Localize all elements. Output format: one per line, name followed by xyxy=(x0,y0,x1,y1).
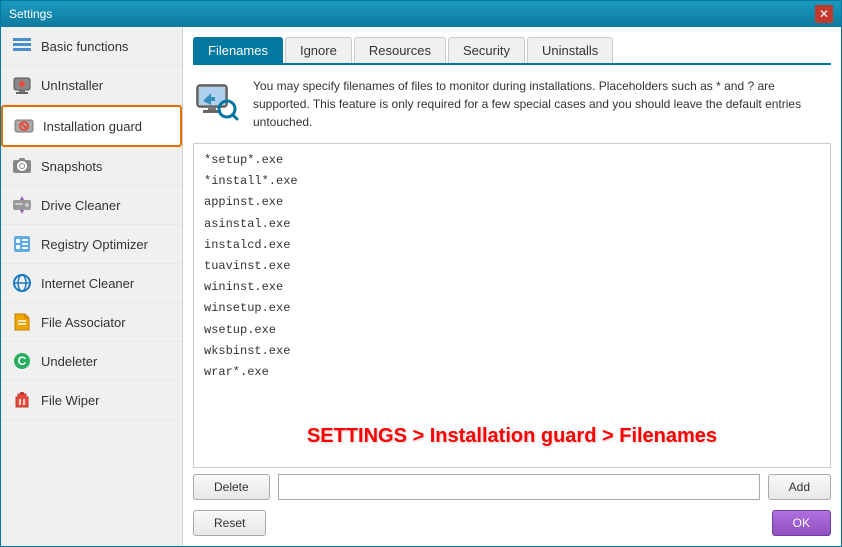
drive-cleaner-icon xyxy=(11,194,33,216)
settings-window: Settings ✕ Basic functions xyxy=(0,0,842,547)
sidebar-item-snapshots[interactable]: Snapshots xyxy=(1,147,182,186)
main-content: Basic functions UnInstaller xyxy=(1,27,841,546)
undeleter-label: Undeleter xyxy=(41,354,97,369)
uninstaller-label: UnInstaller xyxy=(41,78,103,93)
registry-optimizer-label: Registry Optimizer xyxy=(41,237,148,252)
footer-row: Reset OK xyxy=(193,510,831,536)
internet-cleaner-label: Internet Cleaner xyxy=(41,276,134,291)
list-item[interactable]: tuavinst.exe xyxy=(202,256,822,277)
sidebar-item-basic-functions[interactable]: Basic functions xyxy=(1,27,182,66)
filename-input[interactable] xyxy=(278,474,760,500)
filelist-area[interactable]: *setup*.exe*install*.exeappinst.exeasins… xyxy=(193,143,831,468)
sidebar-item-internet-cleaner[interactable]: Internet Cleaner xyxy=(1,264,182,303)
list-item[interactable]: winsetup.exe xyxy=(202,298,822,319)
internet-cleaner-icon xyxy=(11,272,33,294)
window-title: Settings xyxy=(9,7,52,21)
tab-ignore[interactable]: Ignore xyxy=(285,37,352,63)
tab-uninstalls[interactable]: Uninstalls xyxy=(527,37,613,63)
list-item[interactable]: asinstal.exe xyxy=(202,214,822,235)
registry-optimizer-icon xyxy=(11,233,33,255)
sidebar-item-installation-guard[interactable]: Installation guard xyxy=(1,105,182,147)
main-panel: Filenames Ignore Resources Security Unin… xyxy=(183,27,841,546)
list-item[interactable]: wrar*.exe xyxy=(202,362,822,383)
titlebar: Settings ✕ xyxy=(1,1,841,27)
tab-resources[interactable]: Resources xyxy=(354,37,446,63)
tab-filenames[interactable]: Filenames xyxy=(193,37,283,63)
uninstaller-icon xyxy=(11,74,33,96)
sidebar-item-undeleter[interactable]: C Undeleter xyxy=(1,342,182,381)
sidebar: Basic functions UnInstaller xyxy=(1,27,183,546)
ok-button[interactable]: OK xyxy=(772,510,831,536)
filelist-content: *setup*.exe*install*.exeappinst.exeasins… xyxy=(202,150,822,383)
tab-security[interactable]: Security xyxy=(448,37,525,63)
list-item[interactable]: instalcd.exe xyxy=(202,235,822,256)
reset-button[interactable]: Reset xyxy=(193,510,266,536)
info-icon xyxy=(193,77,241,125)
basic-functions-label: Basic functions xyxy=(41,39,128,54)
drive-cleaner-label: Drive Cleaner xyxy=(41,198,120,213)
snapshots-label: Snapshots xyxy=(41,159,102,174)
list-item[interactable]: *setup*.exe xyxy=(202,150,822,171)
basic-functions-icon xyxy=(11,35,33,57)
info-box: You may specify filenames of files to mo… xyxy=(193,77,831,131)
installation-guard-icon xyxy=(13,115,35,137)
sidebar-item-registry-optimizer[interactable]: Registry Optimizer xyxy=(1,225,182,264)
action-row: Delete Add xyxy=(193,474,831,500)
file-wiper-label: File Wiper xyxy=(41,393,100,408)
info-text: You may specify filenames of files to mo… xyxy=(253,77,831,131)
sidebar-item-file-wiper[interactable]: File Wiper xyxy=(1,381,182,420)
watermark-text: SETTINGS > Installation guard > Filename… xyxy=(307,420,717,452)
svg-text:C: C xyxy=(18,354,27,368)
delete-button[interactable]: Delete xyxy=(193,474,270,500)
sidebar-item-drive-cleaner[interactable]: Drive Cleaner xyxy=(1,186,182,225)
sidebar-item-uninstaller[interactable]: UnInstaller xyxy=(1,66,182,105)
undeleter-icon: C xyxy=(11,350,33,372)
list-item[interactable]: wsetup.exe xyxy=(202,320,822,341)
list-item[interactable]: *install*.exe xyxy=(202,171,822,192)
tab-bar: Filenames Ignore Resources Security Unin… xyxy=(193,37,831,65)
add-button[interactable]: Add xyxy=(768,474,831,500)
list-item[interactable]: appinst.exe xyxy=(202,192,822,213)
sidebar-item-file-associator[interactable]: File Associator xyxy=(1,303,182,342)
snapshots-icon xyxy=(11,155,33,177)
file-associator-icon xyxy=(11,311,33,333)
list-item[interactable]: wksbinst.exe xyxy=(202,341,822,362)
file-wiper-icon xyxy=(11,389,33,411)
list-item[interactable]: wininst.exe xyxy=(202,277,822,298)
installation-guard-label: Installation guard xyxy=(43,119,142,134)
file-associator-label: File Associator xyxy=(41,315,126,330)
close-button[interactable]: ✕ xyxy=(815,5,833,23)
